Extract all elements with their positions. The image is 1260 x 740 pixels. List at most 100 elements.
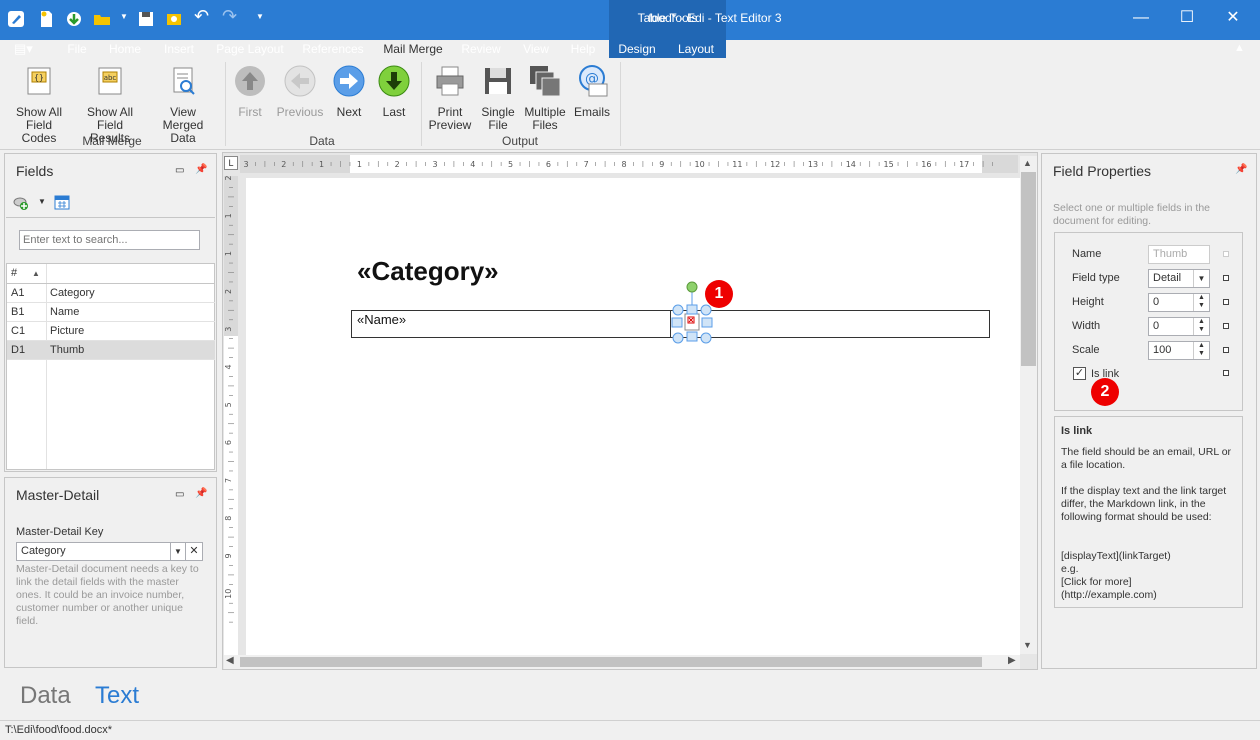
scroll-up-icon[interactable]: ▲ — [1023, 158, 1032, 168]
close-button[interactable]: ✕ — [1210, 0, 1256, 36]
emails-button[interactable]: @ Emails — [572, 64, 612, 119]
tab-home[interactable]: Home — [104, 40, 146, 58]
table-row-selected[interactable]: D1 Thumb — [7, 341, 215, 360]
open-folder-icon[interactable] — [92, 9, 112, 29]
tab-review[interactable]: Review — [456, 40, 506, 58]
height-spinner-icon[interactable]: ▲ ▼ — [1193, 294, 1209, 311]
field-properties-hint: Select one or multiple fields in the doc… — [1053, 202, 1211, 227]
minimize-button[interactable]: — — [1118, 0, 1164, 36]
row-name: Category — [50, 287, 95, 299]
tab-file[interactable]: File — [58, 40, 96, 58]
table-row[interactable]: B1 Name — [7, 303, 215, 322]
scroll-thumb[interactable] — [1021, 172, 1036, 366]
tab-insert[interactable]: Insert — [156, 40, 202, 58]
window-toggle-icon[interactable]: ▭ — [175, 489, 184, 500]
tab-layout[interactable]: Layout — [670, 40, 722, 58]
tab-mail-merge[interactable]: Mail Merge — [375, 40, 451, 58]
table-row[interactable]: A1 Category — [7, 284, 215, 303]
next-button[interactable]: Next — [330, 64, 368, 119]
row-id: C1 — [11, 325, 26, 337]
field-search-input[interactable] — [19, 230, 200, 250]
window-toggle-icon[interactable]: ▭ — [175, 165, 184, 176]
horizontal-scrollbar[interactable]: ◀ ▶ — [224, 655, 1020, 669]
tab-stop-selector[interactable]: L — [224, 156, 238, 170]
single-file-button[interactable]: Single File — [478, 64, 518, 132]
show-all-field-results-button[interactable]: abc Show All Field Results — [76, 64, 144, 145]
previous-button[interactable]: Previous — [276, 64, 324, 119]
tab-design[interactable]: Design — [614, 40, 660, 58]
data-view-tab[interactable]: Data — [20, 682, 71, 710]
save-icon[interactable] — [136, 9, 156, 29]
customize-qat-icon[interactable]: ▼ — [256, 12, 264, 21]
add-field-dropdown-icon[interactable]: ▼ — [38, 197, 46, 206]
new-document-icon[interactable] — [36, 9, 56, 29]
first-button[interactable]: First — [232, 64, 268, 119]
ruler-number: 3 — [432, 160, 437, 169]
ruler-number: 11 — [732, 160, 742, 169]
undo-icon[interactable]: ↶ — [194, 6, 209, 27]
name-field-input: Thumb — [1148, 245, 1210, 264]
screenshot-icon[interactable] — [164, 9, 184, 29]
single-file-label-2: File — [488, 118, 508, 132]
scale-spinner-icon[interactable]: ▲ ▼ — [1193, 342, 1209, 359]
ruler-number: 2 — [224, 289, 233, 294]
master-detail-key-select[interactable]: Category — [16, 542, 171, 561]
print-preview-label-2: Preview — [428, 118, 472, 132]
calendar-icon[interactable] — [54, 194, 70, 210]
ruler-number: 3 — [224, 327, 233, 332]
scroll-right-icon[interactable]: ▶ — [1008, 655, 1016, 666]
ruler-number: 5 — [224, 402, 233, 407]
chevron-down-icon[interactable]: ▼ — [170, 542, 186, 561]
clear-icon[interactable]: ✕ — [185, 542, 203, 561]
pin-icon[interactable]: 📌 — [195, 164, 207, 175]
multiple-files-icon — [530, 66, 561, 97]
app-menu-icon[interactable]: ▤▾ — [14, 41, 33, 57]
pin-icon[interactable]: 📌 — [1235, 164, 1247, 175]
fields-panel-title: Fields — [16, 163, 54, 179]
tab-references[interactable]: References — [298, 40, 368, 58]
scroll-left-icon[interactable]: ◀ — [226, 655, 234, 666]
tab-help[interactable]: Help — [564, 40, 602, 58]
field-results-icon: abc — [98, 67, 122, 95]
text-view-tab[interactable]: Text — [95, 682, 139, 710]
pin-icon[interactable]: 📌 — [195, 488, 207, 499]
document-page[interactable] — [246, 178, 1020, 656]
last-button[interactable]: Last — [376, 64, 412, 119]
id-column-header[interactable]: # — [11, 264, 17, 283]
view-merged-data-button[interactable]: View Merged Data — [150, 64, 216, 145]
field-codes-icon: {} — [27, 67, 51, 95]
master-detail-title: Master-Detail — [16, 487, 100, 503]
vertical-scrollbar[interactable]: ▲ ▼ — [1020, 156, 1037, 654]
redo-icon[interactable]: ↷ — [222, 6, 237, 27]
scroll-down-icon[interactable]: ▼ — [1023, 640, 1032, 650]
tab-view[interactable]: View — [516, 40, 556, 58]
ruler-number: 9 — [224, 553, 233, 558]
category-heading[interactable]: «Category» — [357, 256, 499, 287]
open-dropdown-icon[interactable]: ▼ — [120, 12, 128, 21]
tab-page-layout[interactable]: Page Layout — [212, 40, 288, 58]
print-preview-button[interactable]: Print Preview — [428, 64, 472, 132]
ruler-number: 8 — [224, 516, 233, 521]
add-field-icon[interactable] — [12, 195, 30, 211]
ribbon-collapse-icon[interactable]: ▲ — [1234, 42, 1245, 54]
field-type-label: Field type — [1072, 272, 1120, 284]
open-download-icon[interactable] — [64, 9, 84, 29]
group-label-mail-merge: Mail Merge — [82, 134, 142, 148]
ruler-number: 1 — [357, 160, 362, 169]
name-field[interactable]: «Name» — [357, 312, 406, 327]
chevron-down-icon[interactable]: ▼ — [1193, 270, 1209, 287]
scroll-thumb[interactable] — [240, 657, 982, 667]
help-example-link: [Click for more](http://example.com) — [1061, 576, 1157, 601]
row-name: Thumb — [50, 344, 85, 356]
divider — [6, 217, 215, 218]
is-link-checkbox[interactable]: ✓ — [1073, 367, 1086, 380]
vertical-ruler: 2 1 1 2 3 4 5 6 7 8 9 10 — [224, 176, 238, 656]
master-detail-help: Master-Detail document needs a key to li… — [16, 563, 199, 627]
width-spinner-icon[interactable]: ▲ ▼ — [1193, 318, 1209, 335]
arrow-left-icon — [284, 65, 316, 97]
multiple-files-button[interactable]: Multiple Files — [522, 64, 568, 132]
ruler-number: 6 — [546, 160, 551, 169]
table-row[interactable]: C1 Picture — [7, 322, 215, 341]
show-all-field-codes-button[interactable]: {} Show All Field Codes — [8, 64, 70, 145]
maximize-button[interactable]: ☐ — [1164, 0, 1210, 36]
